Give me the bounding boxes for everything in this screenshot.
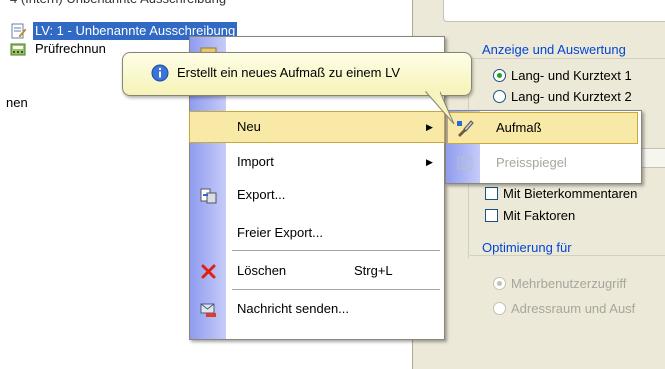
radio-adressraum[interactable]: Adressraum und Ausf bbox=[493, 300, 635, 318]
menu-item-label: Freier Export... bbox=[237, 225, 323, 240]
tooltip-aufmass: Erstellt ein neues Aufmaß zu einem LV bbox=[122, 52, 472, 96]
checkbox-label: Mit Bieterkommentaren bbox=[503, 186, 638, 201]
radio-button[interactable] bbox=[493, 302, 506, 315]
group-border bbox=[468, 58, 665, 59]
group-title-optimierung: Optimierung für bbox=[481, 240, 573, 255]
info-icon bbox=[151, 64, 169, 82]
tooltip-tail bbox=[424, 89, 455, 125]
radio-label: Lang- und Kurztext 2 bbox=[511, 89, 632, 104]
submenu-neu: Aufmaß Preisspiegel bbox=[445, 110, 642, 184]
tree-item-label: Prüfrechnun bbox=[35, 41, 106, 56]
checkbox-faktoren[interactable]: Mit Faktoren bbox=[485, 207, 575, 225]
menu-item-label: Nachricht senden... bbox=[237, 301, 350, 316]
tree-item-label: 4 (Intern) Unbenannte Ausschreibung bbox=[8, 0, 228, 8]
menu-item-shortcut: Strg+L bbox=[354, 263, 393, 278]
checkbox[interactable] bbox=[485, 209, 498, 222]
menu-item-preisspiegel[interactable]: Preisspiegel bbox=[448, 148, 637, 178]
menu-item-label: Import bbox=[237, 154, 274, 169]
radio-label: Adressraum und Ausf bbox=[511, 301, 636, 316]
menu-item-label: Preisspiegel bbox=[496, 155, 567, 170]
radio-button[interactable] bbox=[493, 90, 506, 103]
tree-item-label: nen bbox=[6, 95, 28, 110]
menu-item-aufmass[interactable]: Aufmaß bbox=[447, 112, 638, 144]
menu-item-loeschen[interactable]: Löschen Strg+L bbox=[190, 256, 444, 286]
checkbox[interactable] bbox=[485, 187, 498, 200]
export-icon bbox=[200, 188, 217, 204]
radio-mehrbenutzerzugriff[interactable]: Mehrbenutzerzugriff bbox=[493, 275, 626, 293]
menu-item-label: Neu bbox=[237, 119, 261, 134]
radio-button-selected[interactable] bbox=[493, 69, 506, 82]
checkbox-bieterkommentare[interactable]: Mit Bieterkommentaren bbox=[485, 185, 637, 203]
price-mirror-icon bbox=[457, 156, 473, 170]
menu-item-import[interactable]: Import ▶ bbox=[190, 147, 444, 177]
menu-item-neu[interactable]: Neu ▶ bbox=[189, 111, 445, 143]
radio-button-selected[interactable] bbox=[493, 277, 506, 290]
menu-separator bbox=[232, 289, 440, 290]
document-edit-icon bbox=[11, 23, 26, 39]
group-border bbox=[470, 255, 665, 256]
menu-separator bbox=[232, 250, 440, 251]
delete-x-icon bbox=[201, 264, 216, 279]
checkbox-label: Mit Faktoren bbox=[503, 208, 576, 223]
radio-lang-kurztext-2[interactable]: Lang- und Kurztext 2 bbox=[493, 88, 632, 106]
radio-lang-kurztext-1[interactable]: Lang- und Kurztext 1 bbox=[493, 67, 632, 85]
menu-item-nachricht-senden[interactable]: Nachricht senden... bbox=[190, 294, 444, 324]
menu-item-freier-export[interactable]: Freier Export... bbox=[190, 218, 444, 248]
tooltip-text: Erstellt ein neues Aufmaß zu einem LV bbox=[177, 65, 401, 80]
menu-item-label: Export... bbox=[237, 187, 286, 202]
send-message-icon bbox=[200, 303, 216, 317]
submenu-arrow-icon: ▶ bbox=[426, 157, 433, 167]
calculator-icon bbox=[10, 43, 26, 56]
group-title-anzeige: Anzeige und Auswertung bbox=[481, 42, 627, 57]
menu-item-label: Löschen bbox=[237, 263, 287, 278]
menu-item-export[interactable]: Export... bbox=[190, 180, 444, 210]
menu-item-label: Aufmaß bbox=[496, 120, 542, 135]
panel-header-box bbox=[443, 0, 665, 22]
radio-label: Lang- und Kurztext 1 bbox=[511, 68, 632, 83]
radio-label: Mehrbenutzerzugriff bbox=[511, 276, 627, 291]
